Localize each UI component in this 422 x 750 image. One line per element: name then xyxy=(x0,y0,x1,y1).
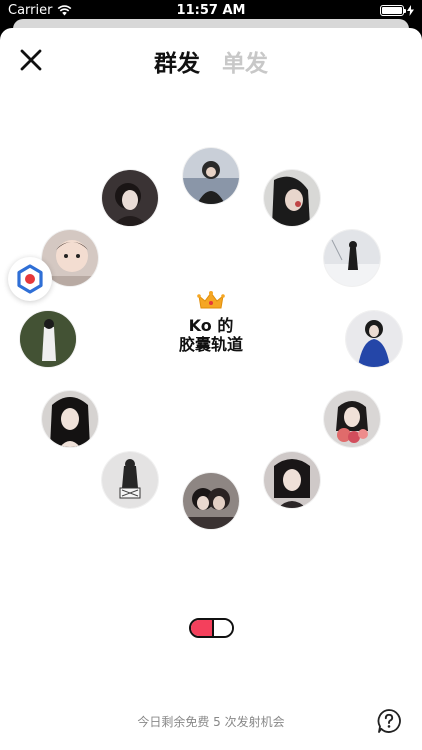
capsule-right-half xyxy=(211,620,232,636)
avatar[interactable] xyxy=(42,391,98,447)
orbit-center: Ko 的 胶囊轨道 xyxy=(161,290,261,354)
avatar[interactable] xyxy=(102,170,158,226)
avatar[interactable] xyxy=(102,452,158,508)
capsule-left-half xyxy=(191,620,212,636)
avatar[interactable] xyxy=(20,311,76,367)
battery-icon xyxy=(380,5,406,16)
hexagon-logo-icon xyxy=(17,264,43,294)
avatar[interactable] xyxy=(264,170,320,226)
avatar[interactable] xyxy=(183,473,239,529)
charging-icon xyxy=(407,5,414,16)
orbit-owner-label: Ko 的 xyxy=(188,316,234,335)
app-logo-icon[interactable] xyxy=(8,257,52,301)
crown-icon xyxy=(197,291,225,309)
avatar[interactable] xyxy=(183,148,239,204)
status-time: 11:57 AM xyxy=(176,3,246,18)
tab-single-send[interactable]: 单发 xyxy=(222,44,268,78)
avatar[interactable] xyxy=(264,452,320,508)
avatar[interactable] xyxy=(324,230,380,286)
orbit-title: 胶囊轨道 xyxy=(178,335,243,354)
tab-bar: 群发 单发 xyxy=(0,44,422,78)
avatar[interactable] xyxy=(324,391,380,447)
battery-group xyxy=(380,5,414,16)
capsule-icon[interactable] xyxy=(189,618,234,638)
help-icon[interactable] xyxy=(376,708,402,734)
sheet xyxy=(0,28,422,750)
avatar[interactable] xyxy=(346,311,402,367)
free-launch-remaining-note: 今日剩余免费 5 次发射机会 xyxy=(137,715,285,729)
tab-group-send[interactable]: 群发 xyxy=(154,44,200,78)
